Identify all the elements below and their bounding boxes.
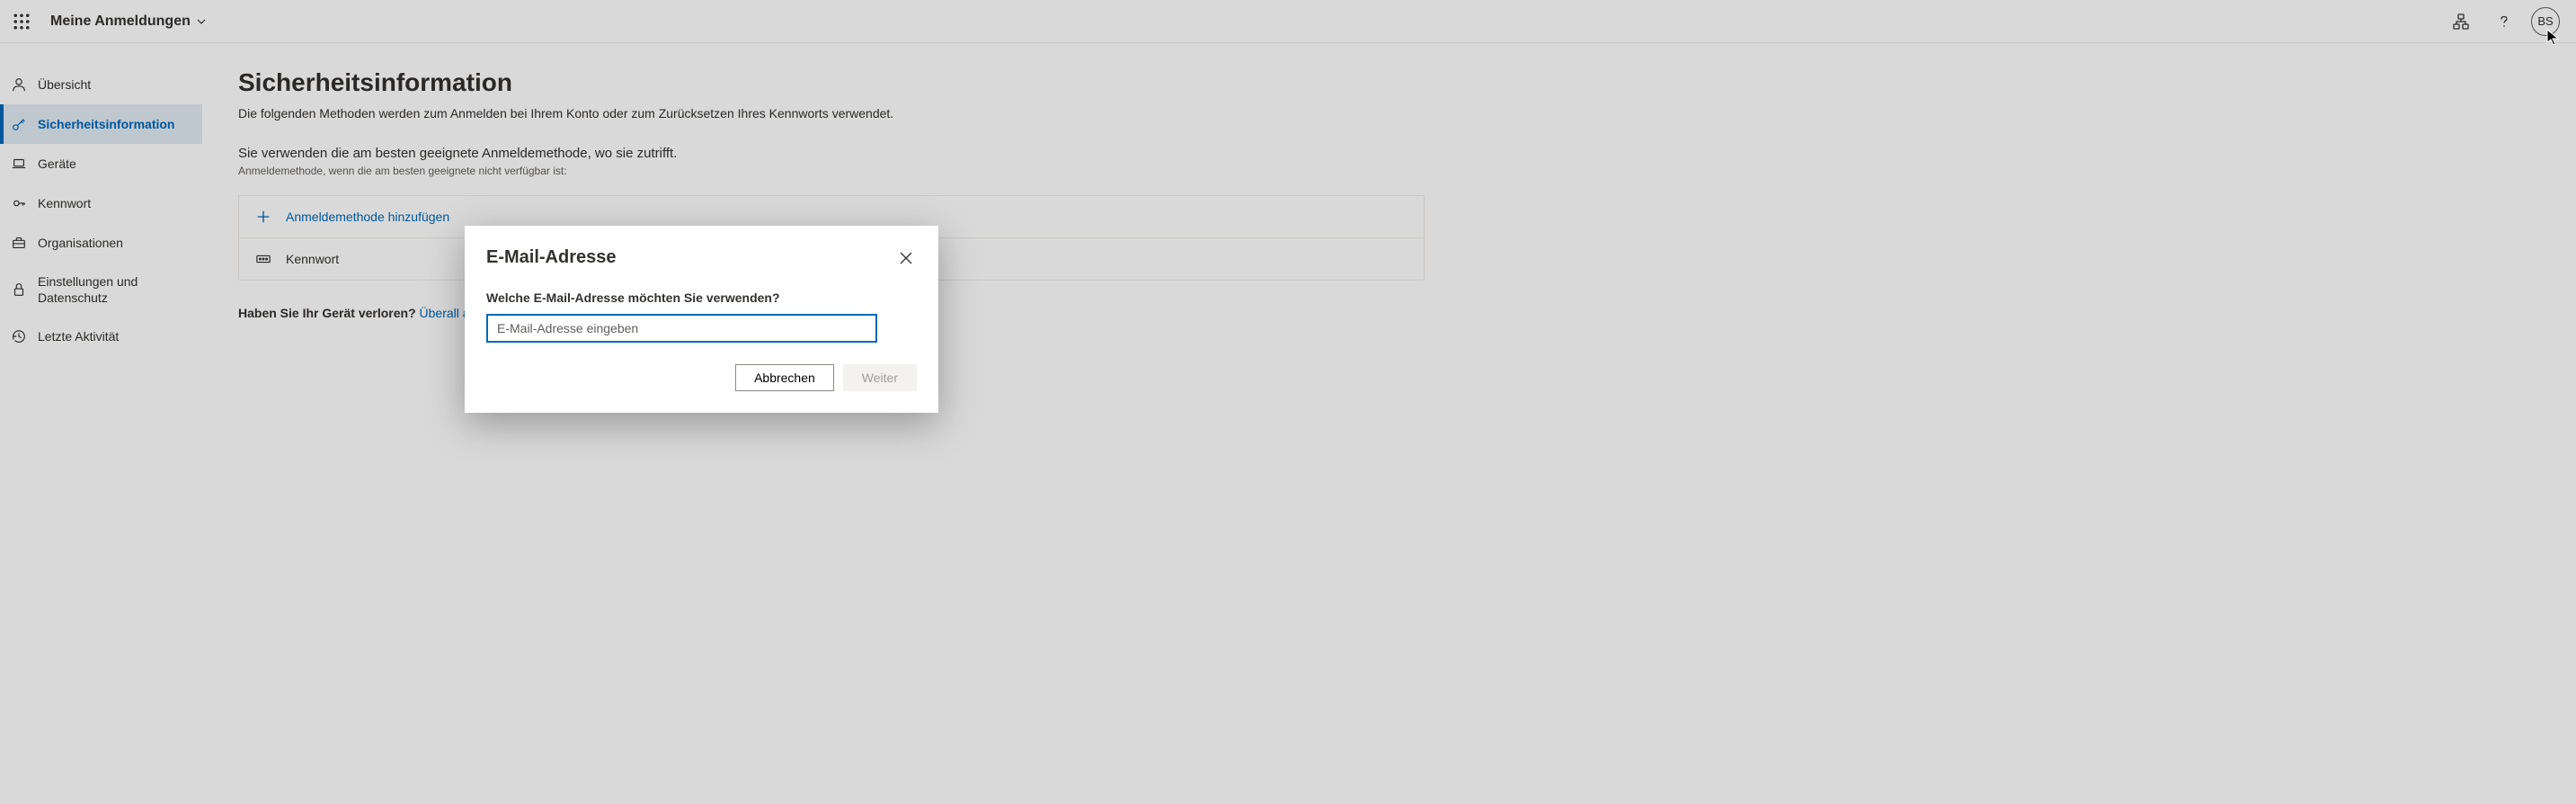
close-icon [900,252,912,264]
email-input[interactable] [486,314,877,343]
dialog-close-button[interactable] [895,247,917,269]
dialog-label: Welche E-Mail-Adresse möchten Sie verwen… [486,290,917,305]
dialog-title: E-Mail-Adresse [486,247,617,268]
modal-overlay[interactable] [0,0,2576,804]
email-dialog: E-Mail-Adresse Welche E-Mail-Adresse möc… [465,226,938,413]
dialog-header: E-Mail-Adresse [486,247,917,269]
next-button[interactable]: Weiter [843,364,917,391]
dialog-footer: Abbrechen Weiter [486,364,917,391]
cancel-button[interactable]: Abbrechen [735,364,834,391]
